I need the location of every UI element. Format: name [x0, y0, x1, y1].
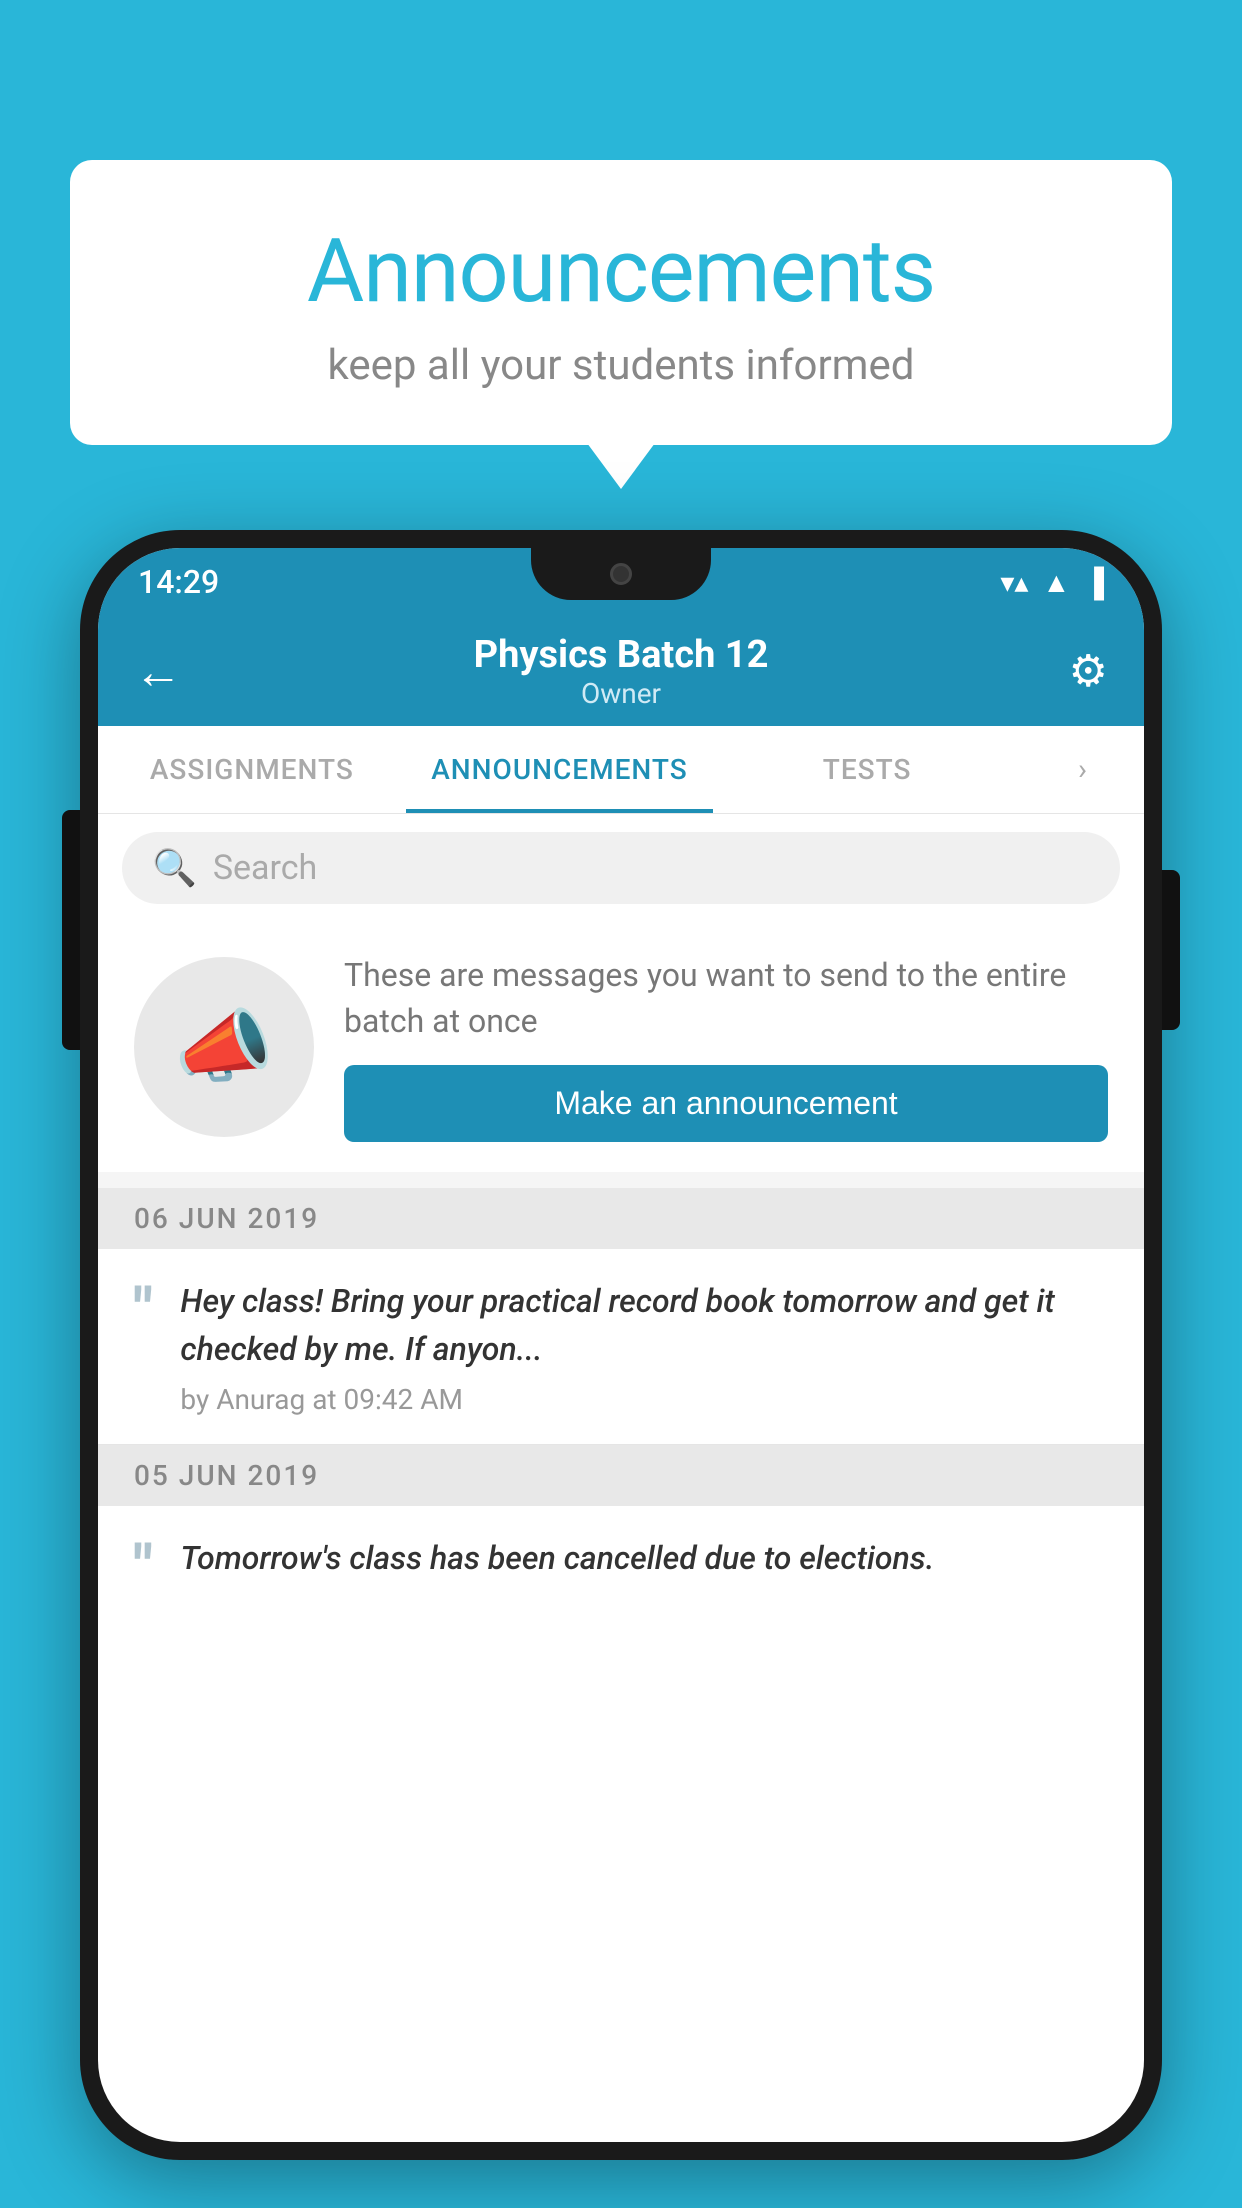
phone-notch	[531, 548, 711, 600]
speech-bubble-card: Announcements keep all your students inf…	[70, 160, 1172, 445]
announcement-text-2: Tomorrow's class has been cancelled due …	[180, 1534, 934, 1582]
search-container: 🔍 Search	[98, 814, 1144, 922]
tab-assignments[interactable]: ASSIGNMENTS	[98, 726, 406, 813]
phone-wrapper: 14:29 ▾▴ ▲ ▐ ← Physics Batch 12 Owner ⚙	[80, 530, 1162, 2160]
search-icon: 🔍	[152, 847, 197, 889]
announcement-item-2: " Tomorrow's class has been cancelled du…	[98, 1506, 1144, 1624]
content-area: 🔍 Search 📣 These are messages you want t…	[98, 814, 1144, 1624]
date-separator-2: 05 JUN 2019	[98, 1445, 1144, 1506]
speech-bubble-title: Announcements	[130, 220, 1112, 323]
search-bar[interactable]: 🔍 Search	[122, 832, 1120, 904]
status-time: 14:29	[138, 563, 219, 601]
megaphone-icon: 📣	[174, 1000, 274, 1094]
announcement-text-1: Hey class! Bring your practical record b…	[180, 1277, 1108, 1373]
wifi-icon: ▾▴	[1000, 566, 1028, 599]
header-title: Physics Batch 12	[474, 633, 769, 677]
tab-more[interactable]: ›	[1021, 726, 1144, 813]
tab-announcements[interactable]: ANNOUNCEMENTS	[406, 726, 714, 813]
make-announcement-button[interactable]: Make an announcement	[344, 1065, 1108, 1142]
announcement-meta-1: by Anurag at 09:42 AM	[180, 1383, 1108, 1416]
promo-description: These are messages you want to send to t…	[344, 952, 1108, 1045]
speech-bubble-section: Announcements keep all your students inf…	[70, 160, 1172, 445]
phone-outer: 14:29 ▾▴ ▲ ▐ ← Physics Batch 12 Owner ⚙	[80, 530, 1162, 2160]
speech-bubble-subtitle: keep all your students informed	[130, 341, 1112, 390]
promo-icon-circle: 📣	[134, 957, 314, 1137]
battery-icon: ▐	[1084, 566, 1104, 599]
promo-right: These are messages you want to send to t…	[344, 952, 1108, 1142]
date-separator-1: 06 JUN 2019	[98, 1188, 1144, 1249]
back-button[interactable]: ←	[134, 643, 182, 700]
quote-icon-2: "	[134, 1538, 152, 1596]
announcement-content-1: Hey class! Bring your practical record b…	[180, 1277, 1108, 1416]
signal-icon: ▲	[1042, 566, 1070, 599]
promo-card: 📣 These are messages you want to send to…	[98, 922, 1144, 1172]
app-header: ← Physics Batch 12 Owner ⚙	[98, 616, 1144, 726]
header-center: Physics Batch 12 Owner	[474, 633, 769, 710]
tab-tests[interactable]: TESTS	[713, 726, 1021, 813]
phone-screen: 14:29 ▾▴ ▲ ▐ ← Physics Batch 12 Owner ⚙	[98, 548, 1144, 2142]
status-icons: ▾▴ ▲ ▐	[1000, 566, 1104, 599]
quote-icon: "	[134, 1281, 152, 1339]
search-placeholder: Search	[213, 848, 317, 888]
announcement-item-1: " Hey class! Bring your practical record…	[98, 1249, 1144, 1444]
camera-dot	[610, 563, 632, 585]
header-subtitle: Owner	[474, 677, 769, 710]
announcement-content-2: Tomorrow's class has been cancelled due …	[180, 1534, 934, 1592]
tabs-bar: ASSIGNMENTS ANNOUNCEMENTS TESTS ›	[98, 726, 1144, 814]
settings-icon[interactable]: ⚙	[1069, 645, 1108, 697]
